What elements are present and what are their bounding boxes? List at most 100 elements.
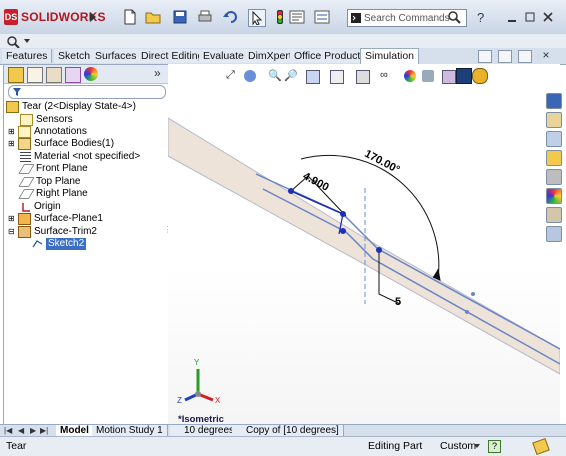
appearances-icon[interactable]	[546, 188, 562, 204]
print-icon[interactable]	[197, 9, 213, 25]
undo-icon[interactable]	[222, 9, 238, 25]
rebuild-status-icon[interactable]	[532, 437, 550, 456]
tab-direct-editing[interactable]: Direct Editing	[137, 49, 209, 63]
restore-icon[interactable]	[522, 9, 538, 25]
expand-plus-icon[interactable]: ⊞	[8, 126, 18, 138]
appearance-icon[interactable]	[404, 70, 416, 82]
tab-office-products[interactable]: Office Products	[290, 49, 371, 63]
tree-item-surface-plane1[interactable]: ⊞ Surface-Plane1	[8, 213, 103, 225]
display-style-icon[interactable]	[356, 70, 370, 84]
chevron-down-icon[interactable]	[24, 39, 30, 43]
tree-item-surface-bodies[interactable]: ⊞ Surface Bodies(1)	[8, 138, 114, 150]
save-icon[interactable]	[172, 9, 188, 25]
tree-item-label: Origin	[34, 201, 61, 212]
tree-item-surface-trim2[interactable]: ⊟ Surface-Trim2	[8, 226, 97, 238]
open-folder-icon[interactable]	[145, 9, 161, 25]
tile-icon[interactable]	[478, 50, 492, 63]
tab-simulation[interactable]: Simulation	[360, 48, 420, 65]
zoom-to-fit-icon[interactable]: ⤢	[226, 69, 235, 82]
display-manager-icon[interactable]	[84, 67, 98, 81]
hide-show-icon[interactable]: ∞	[380, 69, 388, 81]
expand-plus-icon[interactable]: ⊞	[8, 138, 18, 150]
tab-dimxpert[interactable]: DimXpert	[244, 49, 297, 63]
status-help-icon[interactable]: ?	[488, 440, 501, 453]
scroll-first-icon[interactable]: |◀	[4, 426, 12, 435]
tab-copy-of-10-degrees[interactable]: Copy of [10 degrees]	[232, 425, 344, 436]
scroll-last-icon[interactable]: ▶|	[40, 426, 48, 435]
view-settings-icon[interactable]	[442, 70, 456, 84]
window-restore-icon[interactable]	[518, 50, 532, 63]
cascade-icon[interactable]	[498, 50, 512, 63]
section-view-icon[interactable]	[306, 70, 320, 84]
tree-item-origin[interactable]: Origin	[20, 201, 61, 213]
tree-item-label: Annotations	[34, 126, 87, 137]
help-icon[interactable]: ?	[473, 9, 489, 25]
configuration-manager-icon[interactable]	[46, 67, 62, 83]
doc-close-icon[interactable]: ×	[540, 49, 552, 61]
folder-icon	[18, 138, 31, 150]
units-chevron-down-icon[interactable]	[474, 444, 480, 448]
tree-item-material[interactable]: Material <not specified>	[20, 151, 140, 163]
tree-item-annotations[interactable]: ⊞ Annotations	[8, 126, 87, 138]
plane-icon	[18, 177, 35, 187]
tree-item-front-plane[interactable]: Front Plane	[18, 163, 88, 175]
dimension-5[interactable]: 5	[395, 296, 401, 308]
view-orientation-icon[interactable]	[330, 70, 344, 84]
view-sphere-icon[interactable]	[244, 70, 256, 82]
tab-evaluate[interactable]: Evaluate	[199, 49, 249, 63]
tab-sketch[interactable]: Sketch	[54, 49, 96, 63]
close-icon[interactable]	[540, 9, 556, 25]
property-manager-icon[interactable]	[27, 67, 43, 83]
search-pane-icon[interactable]	[546, 169, 562, 185]
options-icon[interactable]	[314, 9, 330, 25]
tab-motion-study-1[interactable]: Motion Study 1	[92, 425, 168, 436]
shadows-icon[interactable]	[472, 68, 488, 84]
tab-surfaces[interactable]: Surfaces	[91, 49, 142, 63]
tree-item-sketch2[interactable]: Sketch2	[32, 238, 87, 250]
tree-item-label: Material <not specified>	[34, 151, 141, 162]
solidworks-forum-icon[interactable]	[546, 226, 562, 242]
status-document: Tear	[6, 440, 27, 452]
expand-panel-icon[interactable]: »	[154, 67, 161, 79]
rebuild-icon[interactable]	[272, 9, 288, 25]
realview-icon[interactable]	[456, 68, 472, 84]
tab-model[interactable]: Model	[56, 425, 94, 436]
new-document-icon[interactable]	[122, 9, 138, 25]
units-selector[interactable]: Custom	[440, 440, 476, 452]
custom-properties-icon[interactable]	[546, 207, 562, 223]
file-properties-icon[interactable]	[289, 9, 305, 25]
tab-10-degrees[interactable]: 10 degrees	[170, 425, 240, 436]
tree-item-top-plane[interactable]: Top Plane	[18, 176, 81, 188]
tree-item-right-plane[interactable]: Right Plane	[18, 188, 88, 200]
graphics-viewport[interactable]: 4.900 170.00° 5 Y X Z *Isometric	[168, 64, 560, 434]
scene-icon[interactable]	[422, 70, 434, 82]
zoom-area-icon[interactable]: 🔍	[268, 69, 282, 82]
select-pointer-icon[interactable]	[248, 9, 266, 27]
minimize-icon[interactable]	[504, 9, 520, 25]
dimxpert-manager-icon[interactable]	[65, 67, 81, 83]
sketch-point	[340, 228, 346, 234]
sketch-point	[288, 188, 294, 194]
collapse-minus-icon[interactable]: ⊟	[8, 226, 18, 238]
expand-plus-icon[interactable]: ⊞	[8, 213, 18, 225]
feature-manager-icon[interactable]	[8, 67, 24, 83]
plane-icon	[18, 189, 35, 199]
menu-arrow-icon[interactable]	[90, 12, 96, 22]
resources-icon[interactable]	[546, 93, 562, 109]
tree-filter-input[interactable]	[8, 85, 166, 99]
plane-icon	[18, 164, 35, 174]
tree-root[interactable]: Tear (2<Display State-4>)	[6, 101, 136, 113]
triad-x-label: X	[215, 396, 221, 405]
tree-item-sensors[interactable]: Sensors	[20, 114, 73, 126]
scroll-next-icon[interactable]: ▶	[30, 426, 36, 435]
previous-view-icon[interactable]: 🔎	[284, 69, 298, 82]
command-tabs: Features Sketch Surfaces Direct Editing …	[0, 48, 566, 65]
scroll-prev-icon[interactable]: ◀	[18, 426, 24, 435]
search-icon[interactable]	[446, 9, 462, 25]
design-library-icon[interactable]	[546, 131, 562, 147]
home-icon[interactable]	[546, 112, 562, 128]
tree-item-label: Top Plane	[36, 176, 81, 187]
sensor-icon	[20, 114, 33, 126]
tab-features[interactable]: Features	[2, 49, 53, 63]
file-explorer-icon[interactable]	[546, 150, 562, 166]
